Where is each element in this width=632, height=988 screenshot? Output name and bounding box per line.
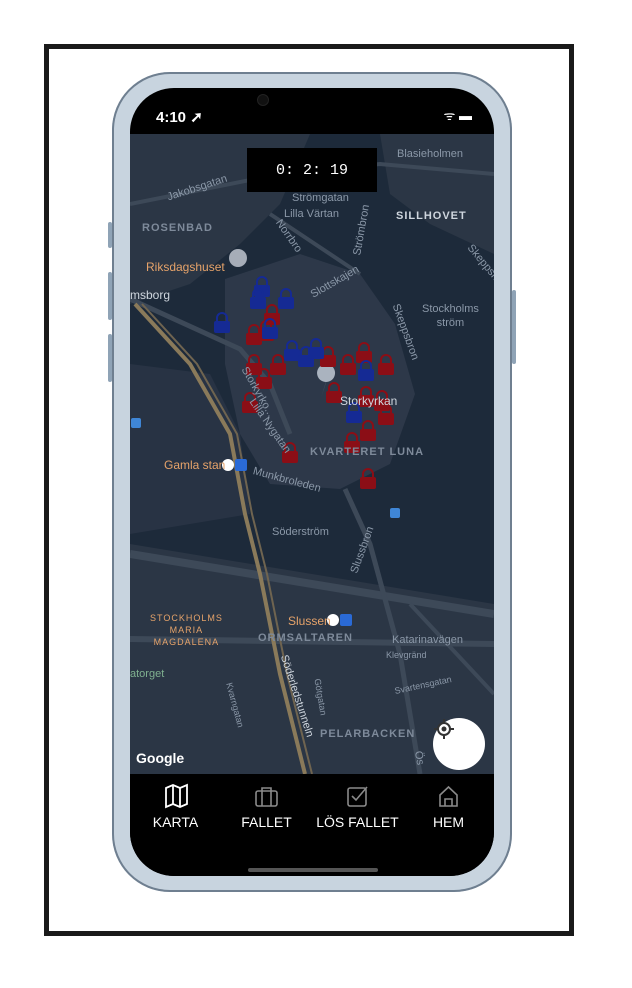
map-label-sillhovet: SILLHOVET <box>396 210 467 222</box>
map-label-stockholms-maria: STOCKHOLMS MARIA MAGDALENA <box>150 613 223 647</box>
map-label-katarinavagen: Katarinavägen <box>392 634 463 646</box>
briefcase-icon <box>255 787 278 807</box>
tab-fallet-label: FALLET <box>241 814 292 830</box>
map-icon <box>165 783 188 809</box>
map-label-msborg: msborg <box>130 288 171 302</box>
tab-hem-label: HEM <box>432 814 465 830</box>
map-label-rosenbad: ROSENBAD <box>142 222 213 234</box>
google-attribution[interactable]: Google <box>136 750 184 766</box>
map-label-stromgatan: Strömgatan <box>292 192 349 204</box>
countdown-timer: 0: 2: 19 <box>247 148 377 192</box>
power-button <box>512 290 516 364</box>
map-label-blasieholmen: Blasieholmen <box>397 148 464 160</box>
map-label-klevgrand: Klevgränd <box>386 650 427 660</box>
map-label-ormsaltaren: ORMSALTAREN <box>258 632 353 644</box>
phone-screen: 4:10 ➚ ᯤ ▬ Blasieholmen Jakobsgatan Strö… <box>130 88 494 876</box>
checkbox-icon <box>347 786 368 807</box>
volume-up-button-2 <box>108 272 112 320</box>
my-location-button[interactable] <box>433 718 485 770</box>
map-label-slussen: Slussen <box>288 614 331 628</box>
tab-bar: KARTA FALLET LÖS FALLET HEM <box>130 774 494 876</box>
tab-los-fallet-label: LÖS FALLET <box>316 814 399 830</box>
map-label-pelarbacken: PELARBACKEN <box>320 728 416 740</box>
volume-down-button <box>108 334 112 382</box>
map-label-lilla-vartan: Lilla Värtan <box>284 208 340 220</box>
map-label-riksdagshuset: Riksdagshuset <box>146 260 225 274</box>
map-label-gamla-stan: Gamla stan <box>164 458 226 472</box>
status-icons: ᯤ ▬ <box>443 108 472 123</box>
map-label-storkyrkan: Storkyrkan <box>340 394 398 408</box>
status-time: 4:10 ➚ <box>156 109 203 126</box>
tab-los-fallet[interactable]: LÖS FALLET <box>312 782 403 830</box>
camera-icon <box>257 94 269 106</box>
map-label-kvarteret-luna: KVARTERET LUNA <box>310 446 425 458</box>
tab-fallet[interactable]: FALLET <box>221 782 312 830</box>
home-indicator[interactable] <box>248 868 378 872</box>
tab-karta[interactable]: KARTA <box>130 782 221 830</box>
home-icon <box>439 785 458 807</box>
map-label-soderstrom: Söderström <box>272 526 329 538</box>
map-label-stockholms-strom: Stockholms ström <box>422 303 479 329</box>
crosshair-icon <box>434 719 454 739</box>
tab-hem[interactable]: HEM <box>403 782 494 830</box>
status-bar: 4:10 ➚ ᯤ ▬ <box>130 88 494 134</box>
map-label-os: Ös <box>411 750 427 766</box>
volume-up-button <box>108 222 112 248</box>
map-label-atorget: atorget <box>130 668 165 680</box>
map-view[interactable]: Blasieholmen Jakobsgatan Strömgatan Lill… <box>130 134 494 774</box>
tab-karta-label: KARTA <box>152 814 199 830</box>
